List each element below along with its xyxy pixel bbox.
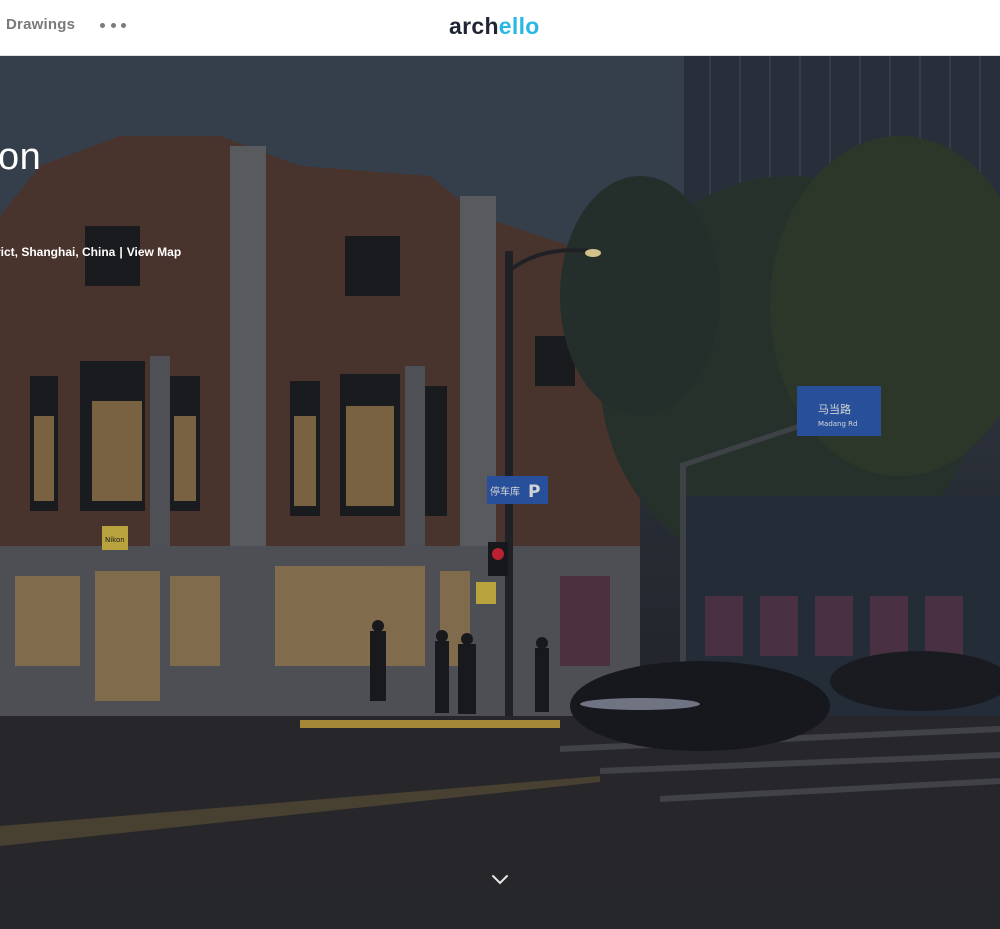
logo-part-ello: ello [498,13,540,39]
location-separator: | [119,245,123,259]
logo-part-h: h [484,13,499,39]
project-location: rict, Shanghai, China | View Map [0,245,181,259]
more-horizontal-icon[interactable] [100,14,126,36]
more-dot [110,22,116,28]
view-map-link[interactable]: View Map [127,245,181,259]
top-navigation-bar: Drawings archello [0,0,1000,56]
more-dot [100,22,105,28]
logo-part-arc: arc [449,13,485,39]
more-dot [121,22,126,28]
archello-logo[interactable]: archello [449,13,540,40]
location-text: rict, Shanghai, China [0,245,116,259]
project-title: on [0,136,42,178]
hero-dark-overlay [0,56,1000,929]
hero-image-section: Nikon 马当路 Madang Rd 停车库 P on rict, Shang… [0,56,1000,929]
chevron-down-icon[interactable] [489,871,511,887]
nav-drawings-link[interactable]: Drawings [6,16,75,33]
